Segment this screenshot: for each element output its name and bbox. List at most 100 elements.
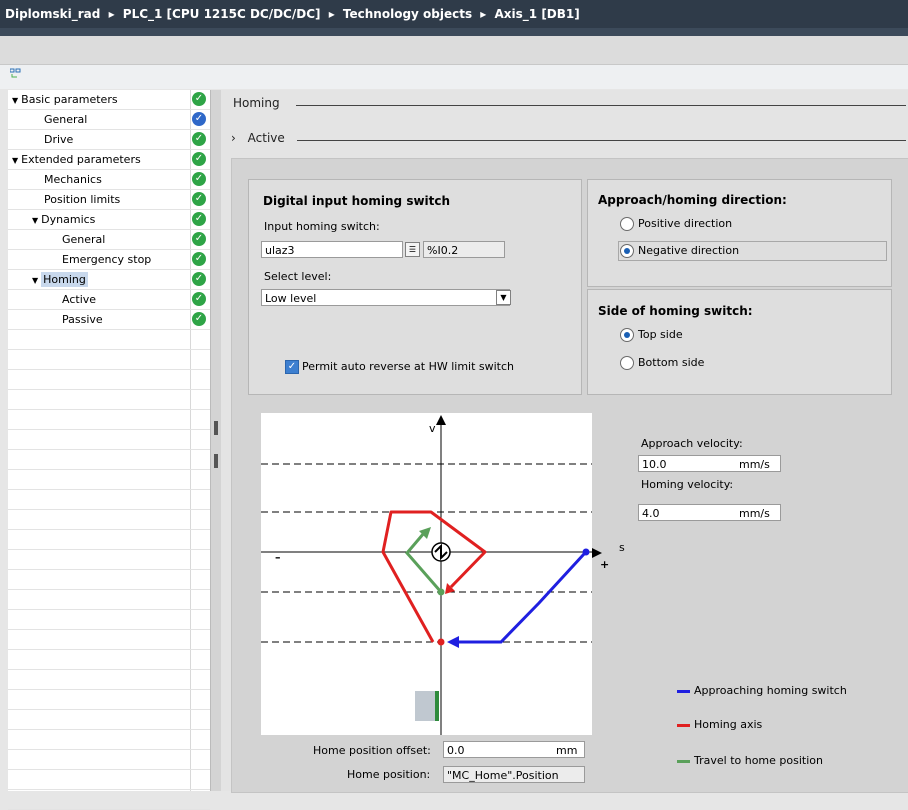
breadcrumb: Diplomski_rad ▸ PLC_1 [CPU 1215C DC/DC/D… — [5, 0, 584, 28]
tree-empty-row — [8, 770, 210, 790]
breadcrumb-separator: ▸ — [108, 7, 115, 21]
homing-diagram-svg — [261, 415, 621, 735]
home-position-label: Home position: — [347, 768, 431, 781]
section-divider — [296, 105, 906, 106]
select-level-dropdown[interactable]: Low level — [261, 289, 510, 306]
home-offset-unit: mm — [556, 744, 578, 757]
tree-item-label: Drive — [44, 133, 74, 146]
tree-empty-row — [8, 370, 210, 390]
approach-velocity-unit: mm/s — [739, 458, 770, 471]
tree-item-label: Position limits — [44, 193, 121, 206]
tree-empty-row — [8, 750, 210, 770]
status-green-check-icon: ✓ — [192, 212, 206, 226]
breadcrumb-plc[interactable]: PLC_1 [CPU 1215C DC/DC/DC] — [123, 7, 321, 21]
subsection-expander[interactable]: › — [231, 131, 236, 145]
tree-item[interactable]: ▼ Dynamics ✓ — [8, 210, 210, 230]
status-green-check-icon: ✓ — [192, 152, 206, 166]
tree-item[interactable]: Passive ✓ — [8, 310, 210, 330]
section-title: Homing — [233, 96, 280, 110]
input-homing-switch-field[interactable]: ulaz3 — [261, 241, 403, 258]
expand-arrow-icon[interactable]: ▼ — [32, 216, 38, 225]
tag-browse-icon[interactable]: ☰ — [405, 242, 420, 257]
status-green-check-icon: ✓ — [192, 132, 206, 146]
position-axis-arrow-icon — [592, 548, 602, 558]
tree-empty-row — [8, 650, 210, 670]
subsection-divider — [297, 140, 906, 141]
legend-swatch-blue — [677, 689, 690, 693]
tree-item[interactable]: ▼ Extended parameters ✓ — [8, 150, 210, 170]
tree-item[interactable]: General ✓ — [8, 230, 210, 250]
tree-item[interactable]: Emergency stop ✓ — [8, 250, 210, 270]
breadcrumb-separator: ▸ — [480, 7, 487, 21]
tree-empty-row — [8, 710, 210, 730]
tree-item-label: ▼ Extended parameters — [12, 153, 141, 166]
approaching-switch-arrow-icon — [447, 636, 459, 648]
start-position-point — [582, 548, 590, 556]
title-bar: Diplomski_rad ▸ PLC_1 [CPU 1215C DC/DC/D… — [0, 0, 908, 36]
tree-splitter[interactable] — [210, 90, 221, 791]
toolbar — [0, 36, 908, 65]
auto-reverse-checkbox[interactable]: ✓ — [285, 360, 299, 374]
tree-item-label: General — [44, 113, 88, 126]
status-green-check-icon: ✓ — [192, 312, 206, 326]
tree-empty-row — [8, 390, 210, 410]
status-green-check-icon: ✓ — [192, 92, 206, 106]
status-green-check-icon: ✓ — [192, 272, 206, 286]
approach-velocity-label: Approach velocity: — [641, 437, 743, 450]
position-axis-label: s — [619, 541, 625, 554]
expand-arrow-icon[interactable]: ▼ — [12, 156, 18, 165]
collapse-right-arrow-icon[interactable] — [214, 454, 218, 468]
tree-item-label: ▼ Homing — [32, 272, 88, 287]
home-position-field: "MC_Home".Position — [443, 766, 585, 783]
home-offset-field[interactable]: 0.0 mm — [443, 741, 585, 758]
bottom-side-radio[interactable] — [620, 356, 634, 370]
tree-item-label: ▼ Basic parameters — [12, 93, 118, 106]
breadcrumb-technology-objects[interactable]: Technology objects — [343, 7, 472, 21]
tree-item[interactable]: Mechanics ✓ — [8, 170, 210, 190]
tree-item[interactable]: Active ✓ — [8, 290, 210, 310]
tree-empty-row — [8, 690, 210, 710]
navigation-view-icon[interactable] — [9, 68, 22, 83]
address-field: %I0.2 — [423, 241, 505, 258]
collapse-left-arrow-icon[interactable] — [214, 421, 218, 435]
top-side-radio[interactable] — [620, 328, 634, 342]
select-level-label: Select level: — [264, 270, 332, 283]
breadcrumb-separator: ▸ — [328, 7, 335, 21]
positive-direction-radio[interactable] — [620, 217, 634, 231]
side-of-switch-box: Side of homing switch: Top side Bottom s… — [587, 289, 892, 395]
tree-item[interactable]: Drive ✓ — [8, 130, 210, 150]
input-homing-switch-label: Input homing switch: — [264, 220, 380, 233]
status-green-check-icon: ✓ — [192, 232, 206, 246]
auto-reverse-label: Permit auto reverse at HW limit switch — [302, 360, 515, 373]
breadcrumb-project[interactable]: Diplomski_rad — [5, 7, 100, 21]
tree-empty-row — [8, 330, 210, 350]
legend-swatch-green — [677, 759, 690, 763]
tree-item-label: Emergency stop — [62, 253, 152, 266]
tree-empty-row — [8, 430, 210, 450]
homing-panel: Digital input homing switch Input homing… — [231, 158, 908, 793]
tree-item[interactable]: General ✓ — [8, 110, 210, 130]
tree-empty-row — [8, 550, 210, 570]
tree-item[interactable]: Position limits ✓ — [8, 190, 210, 210]
breadcrumb-axis[interactable]: Axis_1 [DB1] — [495, 7, 580, 21]
negative-direction-radio[interactable] — [620, 244, 634, 258]
tree-empty-row — [8, 790, 210, 810]
tree-empty-row — [8, 570, 210, 590]
tree-item-label: Mechanics — [44, 173, 102, 186]
tree-empty-row — [8, 590, 210, 610]
status-green-check-icon: ✓ — [192, 292, 206, 306]
velocity-axis-label: v — [429, 422, 436, 435]
legend-travel-home: Travel to home position — [677, 754, 823, 767]
homing-switch-edge — [435, 691, 439, 721]
tree-empty-row — [8, 670, 210, 690]
expand-arrow-icon[interactable]: ▼ — [12, 96, 18, 105]
tree-item[interactable]: ▼ Basic parameters ✓ — [8, 90, 210, 110]
homing-axis-path — [381, 510, 487, 643]
expand-arrow-icon[interactable]: ▼ — [32, 276, 38, 285]
chevron-down-icon[interactable]: ▼ — [496, 290, 511, 305]
approach-velocity-field[interactable]: 10.0 mm/s — [638, 455, 781, 472]
subsection-title[interactable]: › Active — [231, 131, 285, 145]
tree-item[interactable]: ▼ Homing ✓ — [8, 270, 210, 290]
homing-cam — [415, 691, 435, 721]
homing-velocity-field[interactable]: 4.0 mm/s — [638, 504, 781, 521]
